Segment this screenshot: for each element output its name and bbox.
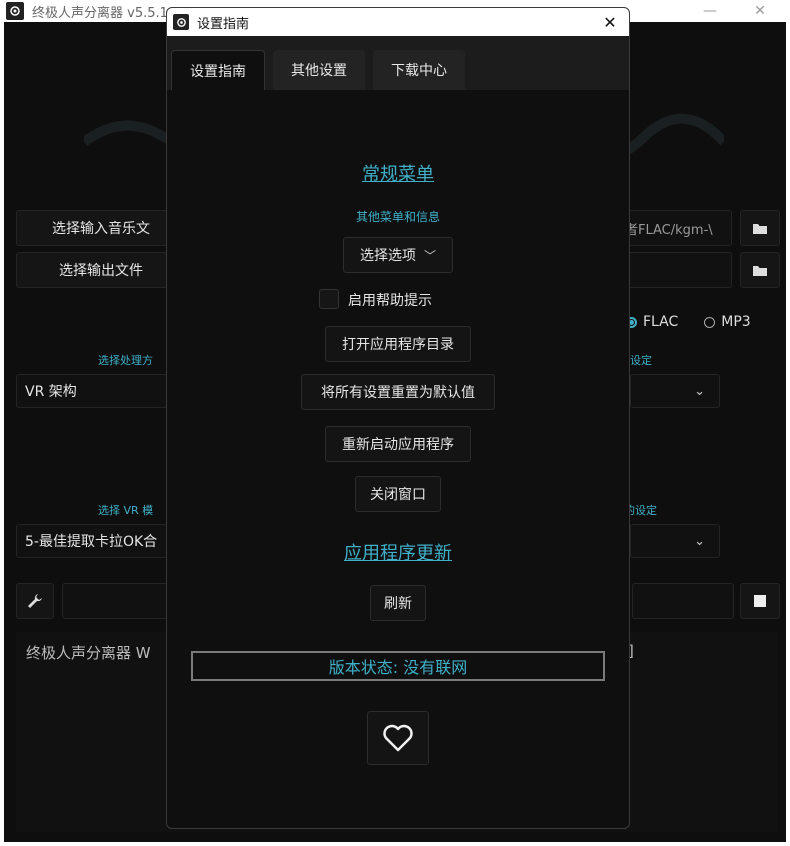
folder-icon — [753, 266, 767, 276]
select-option-label: 选择选项 — [359, 248, 416, 264]
tab-setup-guide[interactable]: 设置指南 — [171, 50, 265, 90]
dialog-close-button[interactable]: ✕ — [599, 11, 621, 33]
right-settings-label: 设定 — [630, 354, 652, 367]
mp3-label: MP3 — [721, 314, 751, 330]
close-icon: ✕ — [603, 12, 617, 32]
folder-icon — [753, 224, 767, 234]
output-folder-button[interactable] — [740, 252, 780, 288]
chevron-down-icon: ⌄ — [694, 383, 705, 399]
process-method-label: 选择处理方 — [98, 354, 153, 367]
process-method-select[interactable]: VR 架构 — [16, 374, 178, 408]
refresh-button[interactable]: 刷新 — [370, 585, 426, 621]
dialog-title: 设置指南 — [197, 16, 250, 32]
progress-field — [62, 583, 168, 619]
close-window-button[interactable]: 关闭窗口 — [355, 476, 441, 512]
heart-icon — [383, 724, 413, 752]
mp3-radio[interactable] — [704, 316, 716, 328]
app-logo-icon — [6, 2, 24, 20]
tab-download-center[interactable]: 下载中心 — [373, 50, 465, 90]
donate-button[interactable] — [367, 711, 429, 765]
chevron-down-icon: ﹀ — [423, 248, 436, 263]
version-status-box: 版本状态: 没有联网 — [191, 651, 605, 681]
restart-app-button[interactable]: 重新启动应用程序 — [325, 426, 471, 462]
app-logo-icon — [173, 14, 189, 30]
stop-icon — [754, 595, 766, 607]
progress-field-right — [632, 583, 734, 619]
format-radio-group: FLAC MP3 — [626, 314, 751, 330]
right-settings-select-2[interactable]: ⌄ — [630, 524, 720, 558]
enable-help-label: 启用帮助提示 — [348, 293, 432, 309]
stop-button[interactable] — [740, 583, 780, 619]
dialog-titlebar: 设置指南 ✕ — [167, 8, 629, 36]
tab-bar: 设置指南 其他设置 下载中心 — [167, 36, 629, 90]
wrench-button[interactable] — [16, 583, 54, 619]
flac-label: FLAC — [643, 314, 679, 330]
input-path-field[interactable]: 者FLAC/kgm-\ — [616, 210, 732, 246]
chevron-down-icon: ⌄ — [694, 533, 705, 549]
select-output-button[interactable]: 选择输出文件 — [16, 252, 186, 288]
app-update-link[interactable]: 应用程序更新 — [167, 539, 629, 565]
close-icon[interactable]: ✕ — [740, 0, 780, 22]
other-menu-label: 其他菜单和信息 — [355, 210, 440, 224]
output-path-field[interactable] — [616, 252, 732, 288]
main-window-title: 终极人声分离器 v5.5.1 — [32, 5, 168, 21]
reset-defaults-button[interactable]: 将所有设置重置为默认值 — [301, 374, 495, 410]
right-settings-select[interactable]: ⌄ — [630, 374, 720, 408]
select-option-dropdown[interactable]: 选择选项 ﹀ — [343, 237, 453, 273]
settings-dialog: 设置指南 ✕ 设置指南 其他设置 下载中心 常规菜单 其他菜单和信息 选择选项 … — [166, 7, 630, 829]
console-text: 终极人声分离器 W — [26, 644, 151, 662]
input-folder-button[interactable] — [740, 210, 780, 246]
wrench-icon — [28, 594, 42, 608]
tab-other-settings[interactable]: 其他设置 — [273, 50, 365, 90]
vr-model-select[interactable]: 5-最佳提取卡拉OK合 — [16, 524, 178, 558]
minimize-icon[interactable]: — — [690, 0, 730, 22]
general-menu-link[interactable]: 常规菜单 — [167, 160, 629, 186]
select-input-button[interactable]: 选择输入音乐文 — [16, 210, 186, 246]
open-app-dir-button[interactable]: 打开应用程序目录 — [325, 326, 471, 362]
vr-model-label: 选择 VR 模 — [98, 504, 154, 517]
enable-help-checkbox[interactable] — [319, 289, 339, 309]
